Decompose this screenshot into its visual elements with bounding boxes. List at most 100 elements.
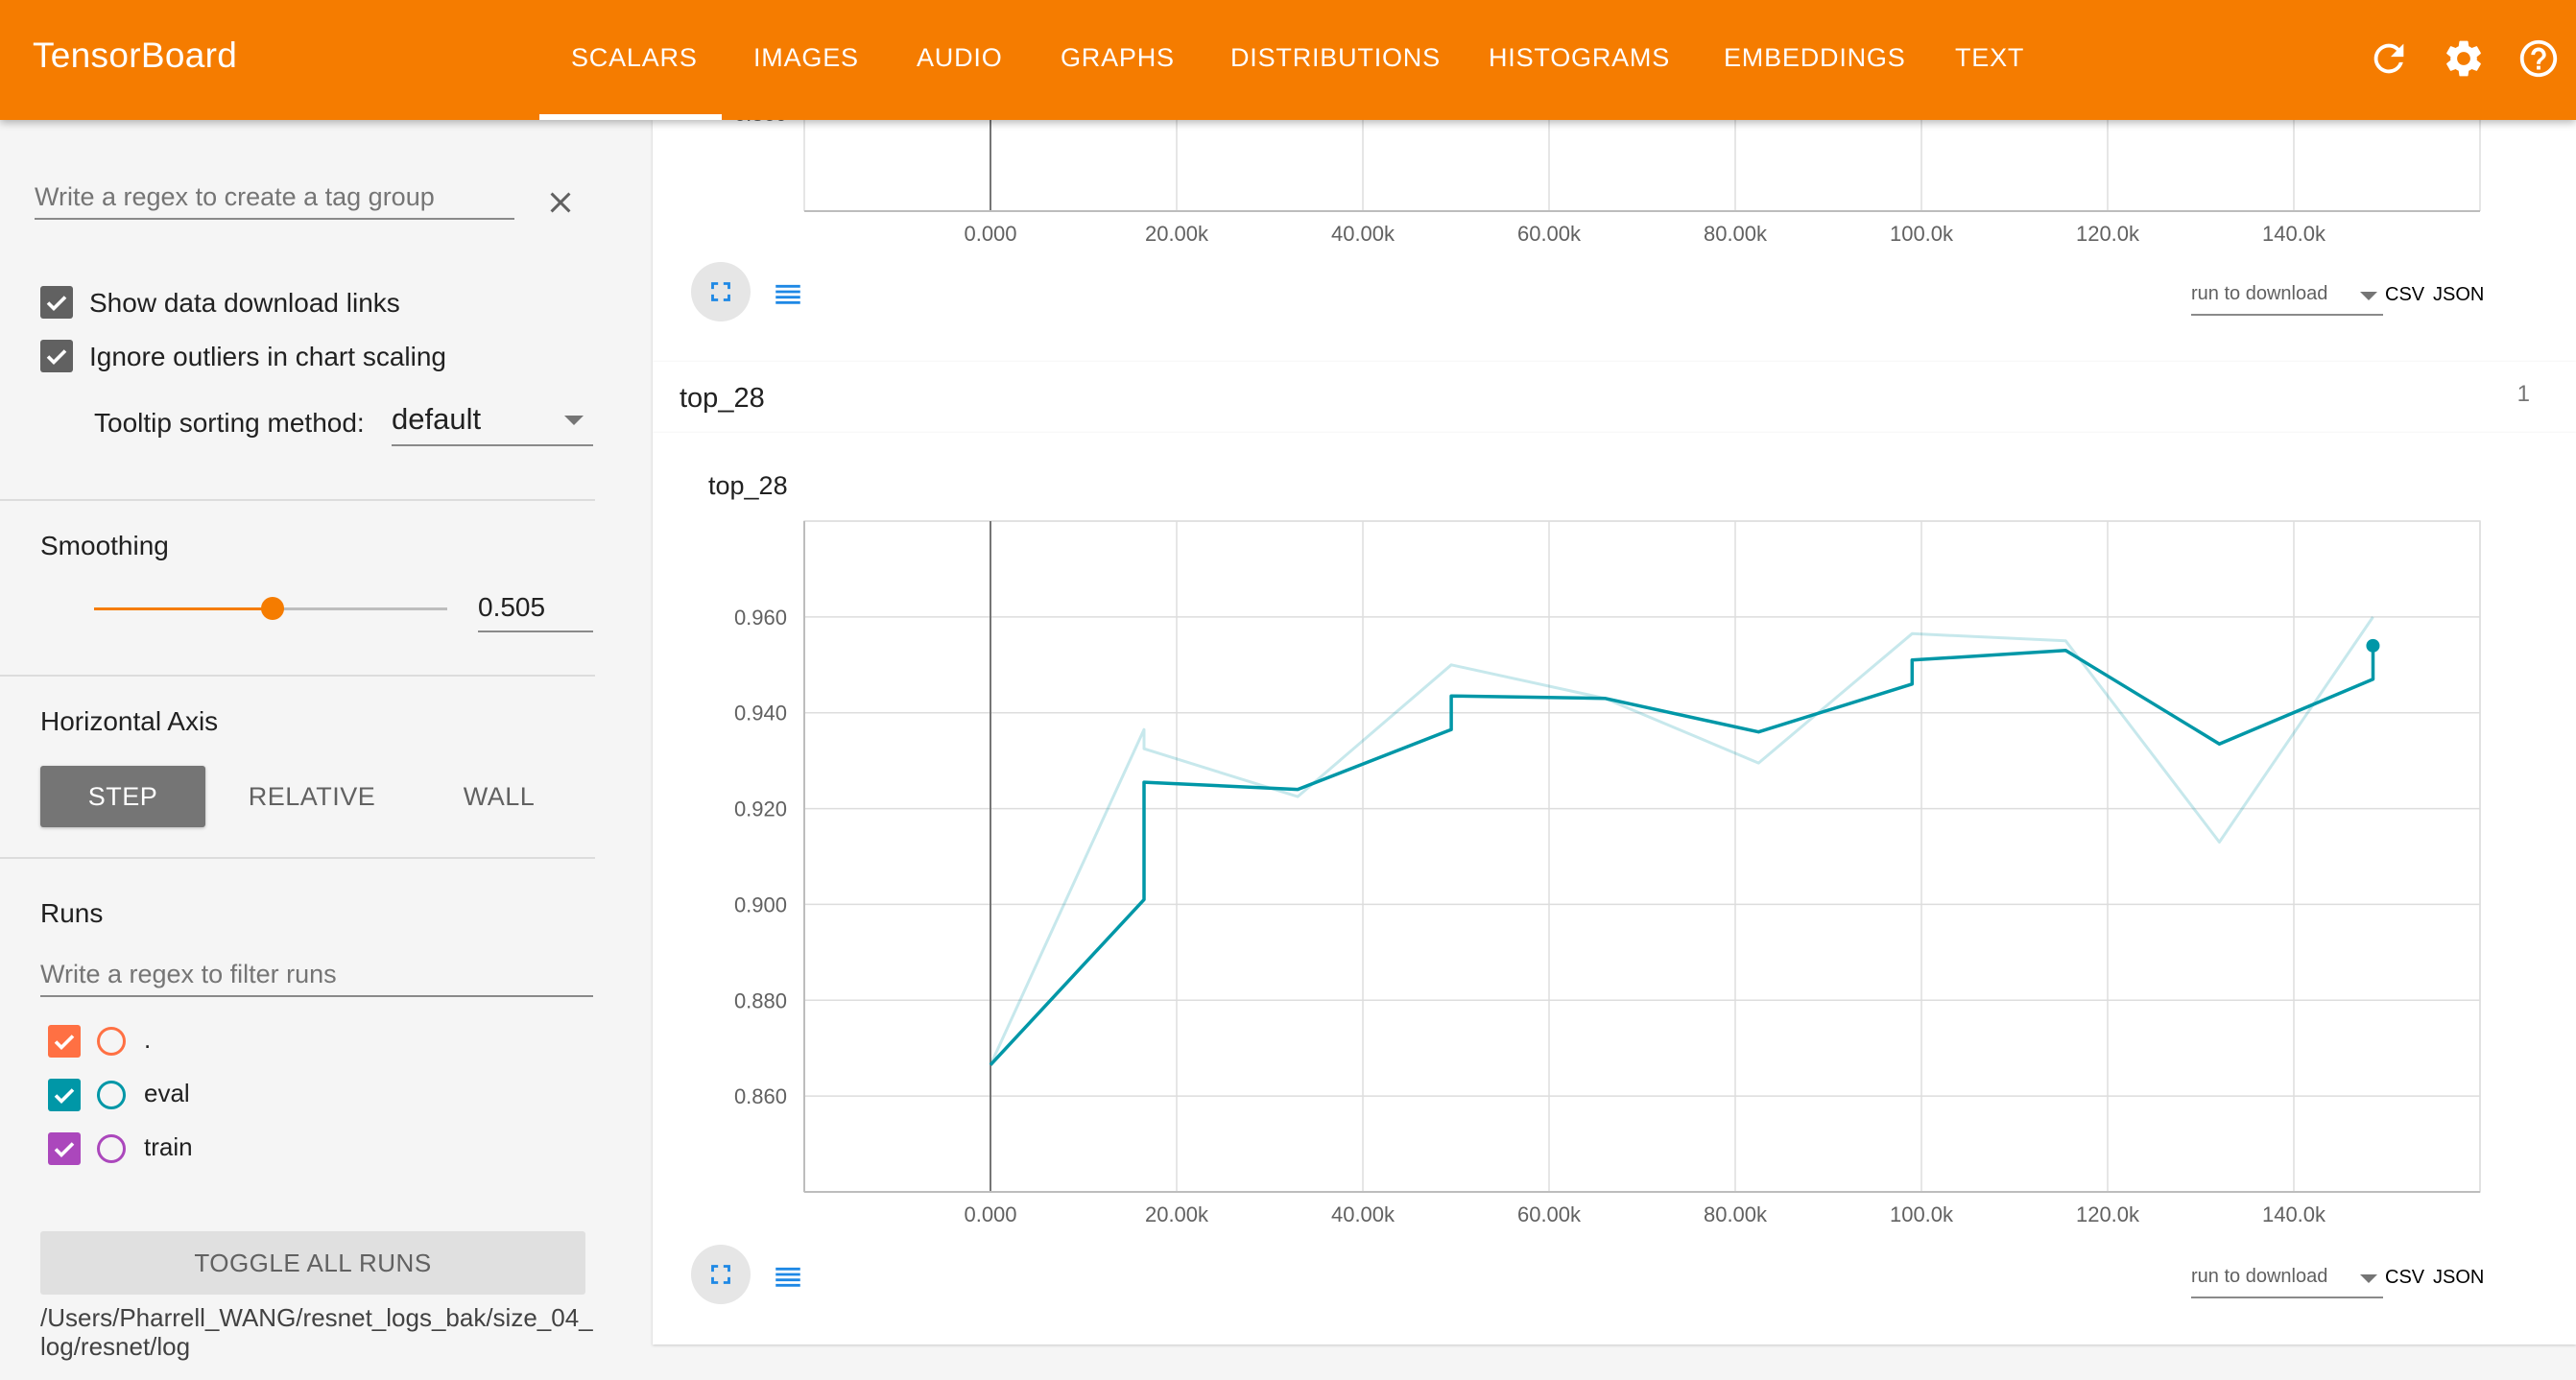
run-download-select[interactable]: run to download [2191,274,2383,316]
run-checkbox-dot[interactable] [48,1025,81,1058]
run-download-label: run to download [2191,283,2328,304]
json-download-link[interactable]: JSON [2433,1267,2484,1289]
json-download-link[interactable]: JSON [2433,284,2484,306]
logdir-path: /Users/Pharrell_WANG/resnet_logs_bak/siz… [40,1303,593,1361]
chevron-down-icon [2360,1274,2377,1283]
series-smoothed-line [989,645,2375,1066]
y-tick-label: 0.860 [734,1084,787,1108]
tab-embeddings[interactable]: EMBEDDINGS [1724,43,1906,73]
smoothing-slider-thumb[interactable] [261,597,284,620]
chart-card-top-28: top_28 0.000 20.00k 40.00k 60.00k 80.00k 100.… [653,433,2576,1344]
y-tick-label: 0.940 [734,702,787,726]
tab-distributions[interactable]: DISTRIBUTIONS [1230,43,1441,73]
tab-audio[interactable]: AUDIO [917,43,1003,73]
x-tick-label: 80.00k [1704,222,1768,246]
run-name: . [144,1025,152,1054]
tag-group-count: 1 [2516,381,2530,407]
tab-graphs[interactable]: GRAPHS [1061,43,1175,73]
toggle-log-scale-button[interactable] [758,262,818,321]
x-tick-label: 140.0k [2262,222,2326,246]
run-download-select[interactable]: run to download [2191,1256,2383,1298]
list-icon [775,1267,800,1287]
csv-download-link[interactable]: CSV [2385,284,2424,306]
show-download-links-checkbox[interactable] [40,286,73,319]
y-tick-label: 0.880 [734,988,787,1012]
x-tick-label: 100.0k [1890,1202,1954,1226]
line-chart-top[interactable]: 0.000 20.00k 40.00k 60.00k 80.00k 100.0k 120.0… [653,102,2576,274]
run-color-swatch[interactable] [97,1134,126,1163]
x-tick-label: 20.00k [1145,1202,1209,1226]
x-tick-label: 60.00k [1517,222,1582,246]
horizontal-axis-title: Horizontal Axis [40,706,219,736]
chevron-down-icon [2360,292,2377,300]
x-tick-label: 140.0k [2262,1202,2326,1226]
x-tick-label: 0.000 [964,222,1016,246]
y-tick-label: 0.920 [734,797,787,821]
y-tick-label: 0.960 [734,606,787,630]
list-icon [775,284,800,304]
csv-download-link[interactable]: CSV [2385,1267,2424,1289]
x-tick-label: 100.0k [1890,222,1954,246]
x-tick-label: 80.00k [1704,1202,1768,1226]
sidebar: Show data download links Ignore outliers… [0,120,633,1380]
y-tick-label: 0.900 [734,892,787,916]
smoothing-value: 0.505 [478,592,546,622]
run-color-swatch[interactable] [97,1081,126,1109]
runs-title: Runs [40,898,104,928]
show-download-links-label: Show data download links [89,288,400,318]
smoothing-slider-track[interactable] [273,607,447,610]
active-tab-indicator [539,114,722,120]
smoothing-value-input[interactable]: 0.505 [478,590,593,632]
series-raw-line [989,616,2374,1066]
ignore-outliers-label: Ignore outliers in chart scaling [89,342,446,371]
tag-group-header[interactable]: top_28 1 [653,362,2576,433]
toggle-log-scale-button[interactable] [758,1245,818,1304]
plot-frame [803,520,2481,1193]
axis-relative-button[interactable]: RELATIVE [240,766,384,827]
run-name: eval [144,1079,190,1107]
chart-card-top: 0.000 20.00k 40.00k 60.00k 80.00k 100.0k 120.0… [653,102,2576,362]
x-tick-label: 120.0k [2076,1202,2140,1226]
x-tick-label: 0.000 [964,1202,1016,1226]
tag-group-regex-input[interactable] [35,182,514,220]
toggle-all-runs-button[interactable]: TOGGLE ALL RUNS [40,1231,585,1295]
runs-filter-input[interactable] [40,960,593,997]
x-tick-label: 120.0k [2076,222,2140,246]
tab-images[interactable]: IMAGES [753,43,859,73]
app-title: TensorBoard [33,36,238,75]
tooltip-sorting-select[interactable]: default [392,402,593,446]
run-checkbox-train[interactable] [48,1132,81,1165]
fullscreen-button[interactable] [691,1245,751,1304]
tab-scalars[interactable]: SCALARS [571,43,698,73]
tag-group-title: top_28 [680,383,765,414]
smoothing-slider-filled [94,607,273,610]
smoothing-title: Smoothing [40,531,169,560]
x-tick-label: 40.00k [1331,1202,1395,1226]
axis-step-button[interactable]: STEP [40,766,205,827]
settings-gear-icon[interactable] [2442,36,2486,81]
top-app-bar: TensorBoard SCALARS IMAGES AUDIO GRAPHS … [0,0,2576,120]
tooltip-sorting-label: Tooltip sorting method: [94,408,365,438]
sidebar-divider [0,675,595,677]
series-last-point [2366,638,2380,653]
x-tick-label: 40.00k [1331,222,1395,246]
tab-text[interactable]: TEXT [1955,43,2024,73]
sidebar-divider [0,499,595,501]
run-checkbox-eval[interactable] [48,1079,81,1111]
run-download-label: run to download [2191,1266,2328,1287]
fullscreen-button[interactable] [691,262,751,321]
line-chart-top-28[interactable]: 0.000 20.00k 40.00k 60.00k 80.00k 100.0k 120.0… [653,433,2576,1249]
help-icon[interactable] [2516,36,2561,81]
chevron-down-icon [564,416,584,425]
x-tick-label: 60.00k [1517,1202,1582,1226]
run-name: train [144,1132,193,1161]
close-icon[interactable] [543,185,578,220]
sidebar-divider [0,857,595,859]
fullscreen-icon [711,1265,730,1284]
refresh-icon[interactable] [2367,36,2411,81]
tab-histograms[interactable]: HISTOGRAMS [1489,43,1670,73]
ignore-outliers-checkbox[interactable] [40,340,73,372]
tooltip-sorting-value: default [392,402,482,436]
axis-wall-button[interactable]: WALL [422,766,576,827]
run-color-swatch[interactable] [97,1027,126,1056]
